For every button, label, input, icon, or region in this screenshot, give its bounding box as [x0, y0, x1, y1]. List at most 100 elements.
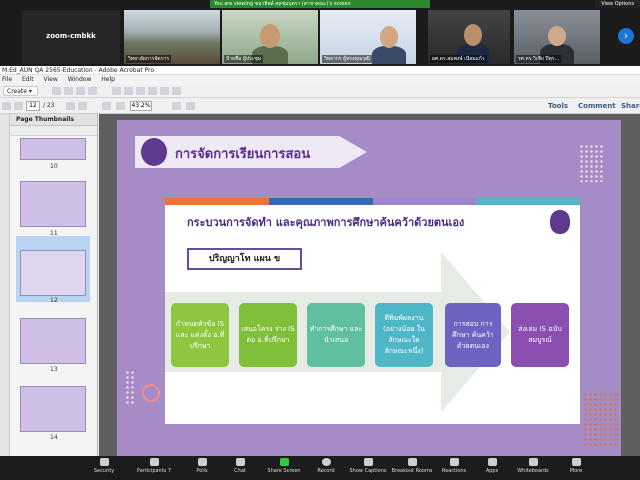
next-page-icon[interactable]: [14, 102, 23, 110]
color-segment: [268, 198, 373, 205]
thumbnail-page-13[interactable]: [20, 318, 86, 364]
step-6: ส่งเล่ม IS ฉบับสมบูรณ์: [511, 303, 569, 367]
open-icon[interactable]: [52, 87, 61, 95]
thumbnail-label: 12: [50, 297, 58, 304]
step-1: กำหนดหัวข้อ IS และ แต่งตั้ง อ.ที่ปรึกษา: [171, 303, 229, 367]
decorative-dots: [579, 144, 603, 182]
video-tile-p3[interactable]: ผศ.ดร.สมพงษ์ เนียมแก้ว: [428, 10, 510, 64]
stamp-icon[interactable]: [136, 87, 145, 95]
slide-page: การจัดการเรียนการสอน กระบวนการจัดทำ และค…: [117, 120, 621, 456]
sign-icon[interactable]: [160, 87, 169, 95]
main-toolbar: Create ▾: [0, 84, 640, 98]
menu-help[interactable]: Help: [101, 76, 115, 83]
menu-edit[interactable]: Edit: [22, 76, 34, 83]
acrobat-window: M.Ed_AUN QA 2565-Education - Adobe Acrob…: [0, 66, 640, 456]
create-label: Create: [7, 88, 27, 95]
print-icon[interactable]: [76, 87, 85, 95]
person-face: [548, 26, 566, 46]
more-button[interactable]: More: [546, 458, 606, 474]
thumbnails-panel: Page Thumbnails 10 11 12 13 14: [0, 114, 98, 456]
thumbnail-page-14[interactable]: [20, 386, 86, 432]
participants-count: 7: [167, 468, 172, 474]
select-tool-icon[interactable]: [66, 102, 75, 110]
decorative-dots: [583, 392, 617, 446]
save-icon[interactable]: [64, 87, 73, 95]
zoom-input[interactable]: 43.2%: [130, 101, 152, 111]
tile-name: รศ.ดร.วิเชีย ปีตุร...: [516, 55, 562, 63]
video-tile-room[interactable]: วิทยาลัยการจัดการ: [124, 10, 220, 64]
fit-page-icon[interactable]: [172, 102, 181, 110]
window-title: M.Ed_AUN QA 2565-Education - Adobe Acrob…: [0, 66, 640, 75]
video-tile-p1[interactable]: ป้ายชื่อ ผู้ประชุม: [222, 10, 318, 64]
degree-label: ปริญญาโท แผน ข: [187, 248, 302, 270]
captions-icon: [363, 458, 373, 466]
thumbnail-label: 10: [50, 163, 58, 170]
menu-window[interactable]: Window: [68, 76, 92, 83]
tools-link[interactable]: Tools: [548, 102, 568, 110]
step-2: เสนอโครง ร่าง IS ต่อ อ.ที่ปรึกษา: [239, 303, 297, 367]
create-button[interactable]: Create ▾: [3, 86, 38, 96]
university-logo-icon: [141, 138, 167, 166]
shield-icon: [99, 458, 109, 466]
person-face: [464, 24, 482, 46]
record-icon: [321, 458, 331, 466]
apps-icon: [487, 458, 497, 466]
highlight-icon[interactable]: [148, 87, 157, 95]
chat-icon: [235, 458, 245, 466]
thumbnail-page-11[interactable]: [20, 181, 86, 227]
share-link[interactable]: Share: [621, 102, 640, 110]
menu-bar: File Edit View Window Help: [0, 75, 640, 84]
person-face: [260, 24, 280, 48]
video-tile-zoom-cmbkk[interactable]: zoom-cmbkk: [22, 10, 120, 64]
content-panel: กระบวนการจัดทำ และคุณภาพการศึกษาค้นคว้าด…: [165, 198, 580, 424]
thumbnails-tools: [0, 126, 97, 136]
thumbnail-page-12[interactable]: [20, 250, 86, 296]
comment-icon[interactable]: [124, 87, 133, 95]
panel-title: กระบวนการจัดทำ และคุณภาพการศึกษาค้นคว้าด…: [187, 216, 465, 229]
navigation-rail: [0, 114, 10, 456]
decorative-dots: [125, 370, 135, 404]
menu-view[interactable]: View: [44, 76, 58, 83]
full-screen-icon[interactable]: [186, 102, 195, 110]
navigation-toolbar: 12 / 23 43.2% Tools Comment Share: [0, 98, 640, 114]
zoom-in-icon[interactable]: [116, 102, 125, 110]
strip-prev-icon[interactable]: [0, 12, 10, 62]
people-icon: [149, 458, 159, 466]
thumbnail-label: 11: [50, 230, 58, 237]
menu-file[interactable]: File: [2, 76, 12, 83]
video-tile-p4[interactable]: รศ.ดร.วิเชีย ปีตุร...: [514, 10, 600, 64]
prev-page-icon[interactable]: [2, 102, 11, 110]
self-name: zoom-cmbkk: [46, 32, 96, 40]
slide-title: การจัดการเรียนการสอน: [175, 147, 311, 162]
view-options-button[interactable]: View Options: [595, 0, 640, 8]
hand-tool-icon[interactable]: [78, 102, 87, 110]
participant-strip: You are viewing ชนาธิพล์ ศุลชุมบุตรา (สา…: [0, 0, 640, 66]
share-screen-icon: [279, 458, 289, 466]
document-view[interactable]: การจัดการเรียนการสอน กระบวนการจัดทำ และค…: [99, 114, 640, 456]
smiley-icon: [449, 458, 459, 466]
comment-link[interactable]: Comment: [578, 102, 616, 110]
email-icon[interactable]: [88, 87, 97, 95]
video-tile-p2[interactable]: วิทยากร ผู้ทรงคุณวุฒิ: [320, 10, 416, 64]
page-number-input[interactable]: 12: [26, 101, 40, 111]
decorative-ring-icon: [142, 384, 160, 402]
settings-icon[interactable]: [112, 87, 121, 95]
color-segment: [165, 198, 269, 205]
zoom-out-icon[interactable]: [102, 102, 111, 110]
color-segment: [372, 198, 477, 205]
step-3: ทำการศึกษา และนำเสนอ: [307, 303, 365, 367]
breakout-icon: [407, 458, 417, 466]
thumbnail-label: 13: [50, 366, 58, 373]
chevron-right-icon[interactable]: ›: [618, 28, 634, 44]
tile-name: ผศ.ดร.สมพงษ์ เนียมแก้ว: [430, 55, 487, 63]
slide-header-tab: การจัดการเรียนการสอน: [135, 136, 367, 168]
step-5: การสอบ การศึกษา ค้นคว้า ด้วยตนเอง: [445, 303, 501, 367]
person-body: [372, 46, 406, 64]
thumbnail-label: 14: [50, 434, 58, 441]
whiteboard-icon: [528, 458, 538, 466]
share-icon[interactable]: [172, 87, 181, 95]
screen: You are viewing ชนาธิพล์ ศุลชุมบุตรา (สา…: [0, 0, 640, 480]
thumbnail-page-10[interactable]: [20, 138, 86, 160]
more-icon: [571, 458, 581, 466]
thumbnails-header: Page Thumbnails: [0, 114, 97, 126]
